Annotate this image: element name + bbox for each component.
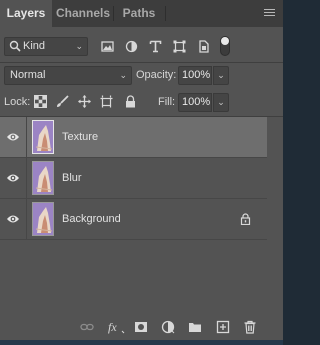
opacity-dropdown-button[interactable]: ⌄ — [213, 66, 229, 85]
layers-list: Texture Blur Background — [0, 117, 267, 240]
image-filter-icon[interactable] — [101, 40, 114, 53]
opacity-label: Opacity: — [136, 69, 177, 81]
eye-icon[interactable] — [6, 131, 20, 143]
opacity-field[interactable]: 100% — [178, 66, 212, 85]
layers-panel: Layers Channels Paths Kind ⌄ Normal ⌄ Op… — [0, 0, 283, 340]
adjustment-filter-icon[interactable] — [125, 40, 138, 53]
filter-toggle[interactable] — [220, 36, 230, 56]
lock-position-icon[interactable] — [78, 95, 91, 108]
svg-text:fx: fx — [108, 320, 117, 334]
desktop-background-strip — [0, 340, 283, 345]
lock-artboard-icon[interactable] — [100, 95, 113, 108]
layer-name: Blur — [62, 172, 82, 184]
chevron-down-icon: ⌄ — [119, 70, 127, 80]
tab-layers[interactable]: Layers — [0, 0, 52, 27]
blend-mode-value: Normal — [10, 69, 46, 81]
layer-name: Background — [62, 213, 121, 225]
chevron-down-icon: ⌄ — [75, 41, 83, 51]
link-layers-icon[interactable] — [80, 320, 94, 334]
tab-divider — [165, 6, 166, 21]
layer-thumbnail[interactable] — [32, 161, 54, 195]
fx-icon[interactable]: fx — [108, 320, 126, 334]
panel-menu-icon[interactable] — [264, 9, 275, 18]
adjustment-layer-icon[interactable] — [161, 320, 175, 334]
lock-icon[interactable] — [240, 213, 251, 225]
layer-name: Texture — [62, 131, 99, 143]
fill-dropdown-button[interactable]: ⌄ — [213, 93, 229, 112]
new-group-icon[interactable] — [188, 320, 202, 334]
add-mask-icon[interactable] — [134, 320, 148, 334]
layers-footer-toolbar: fx — [0, 314, 283, 340]
blend-mode-select[interactable]: Normal ⌄ — [4, 66, 132, 85]
search-icon — [9, 40, 21, 52]
layer-thumbnail[interactable] — [32, 120, 54, 154]
fill-label: Fill: — [158, 96, 176, 108]
filter-kind-label: Kind — [23, 40, 46, 52]
blend-row: Normal ⌄ Opacity: 100% ⌄ — [0, 63, 283, 87]
new-layer-icon[interactable] — [216, 320, 230, 334]
layer-row-background[interactable]: Background — [0, 199, 267, 240]
layer-row-texture[interactable]: Texture — [0, 117, 267, 158]
lock-label: Lock: — [4, 96, 31, 108]
lock-image-pixels-icon[interactable] — [56, 95, 69, 108]
filter-kind-select[interactable]: Kind ⌄ — [4, 37, 88, 56]
lock-row: Lock: Fill: 100% ⌄ — [0, 90, 283, 114]
layer-row-blur[interactable]: Blur — [0, 158, 267, 199]
filter-row: Kind ⌄ — [0, 27, 283, 63]
lock-all-icon[interactable] — [124, 95, 137, 108]
lock-transparent-pixels-icon[interactable] — [34, 95, 47, 108]
type-filter-icon[interactable] — [149, 40, 162, 53]
layer-thumbnail[interactable] — [32, 202, 54, 236]
tab-paths[interactable]: Paths — [114, 0, 164, 27]
fill-field[interactable]: 100% — [178, 93, 212, 112]
smart-object-filter-icon[interactable] — [197, 40, 210, 53]
shape-filter-icon[interactable] — [173, 40, 186, 53]
eye-icon[interactable] — [6, 213, 20, 225]
panel-tab-bar: Layers Channels Paths — [0, 0, 283, 27]
delete-layer-icon[interactable] — [243, 320, 257, 334]
eye-icon[interactable] — [6, 172, 20, 184]
tab-channels[interactable]: Channels — [53, 0, 113, 27]
